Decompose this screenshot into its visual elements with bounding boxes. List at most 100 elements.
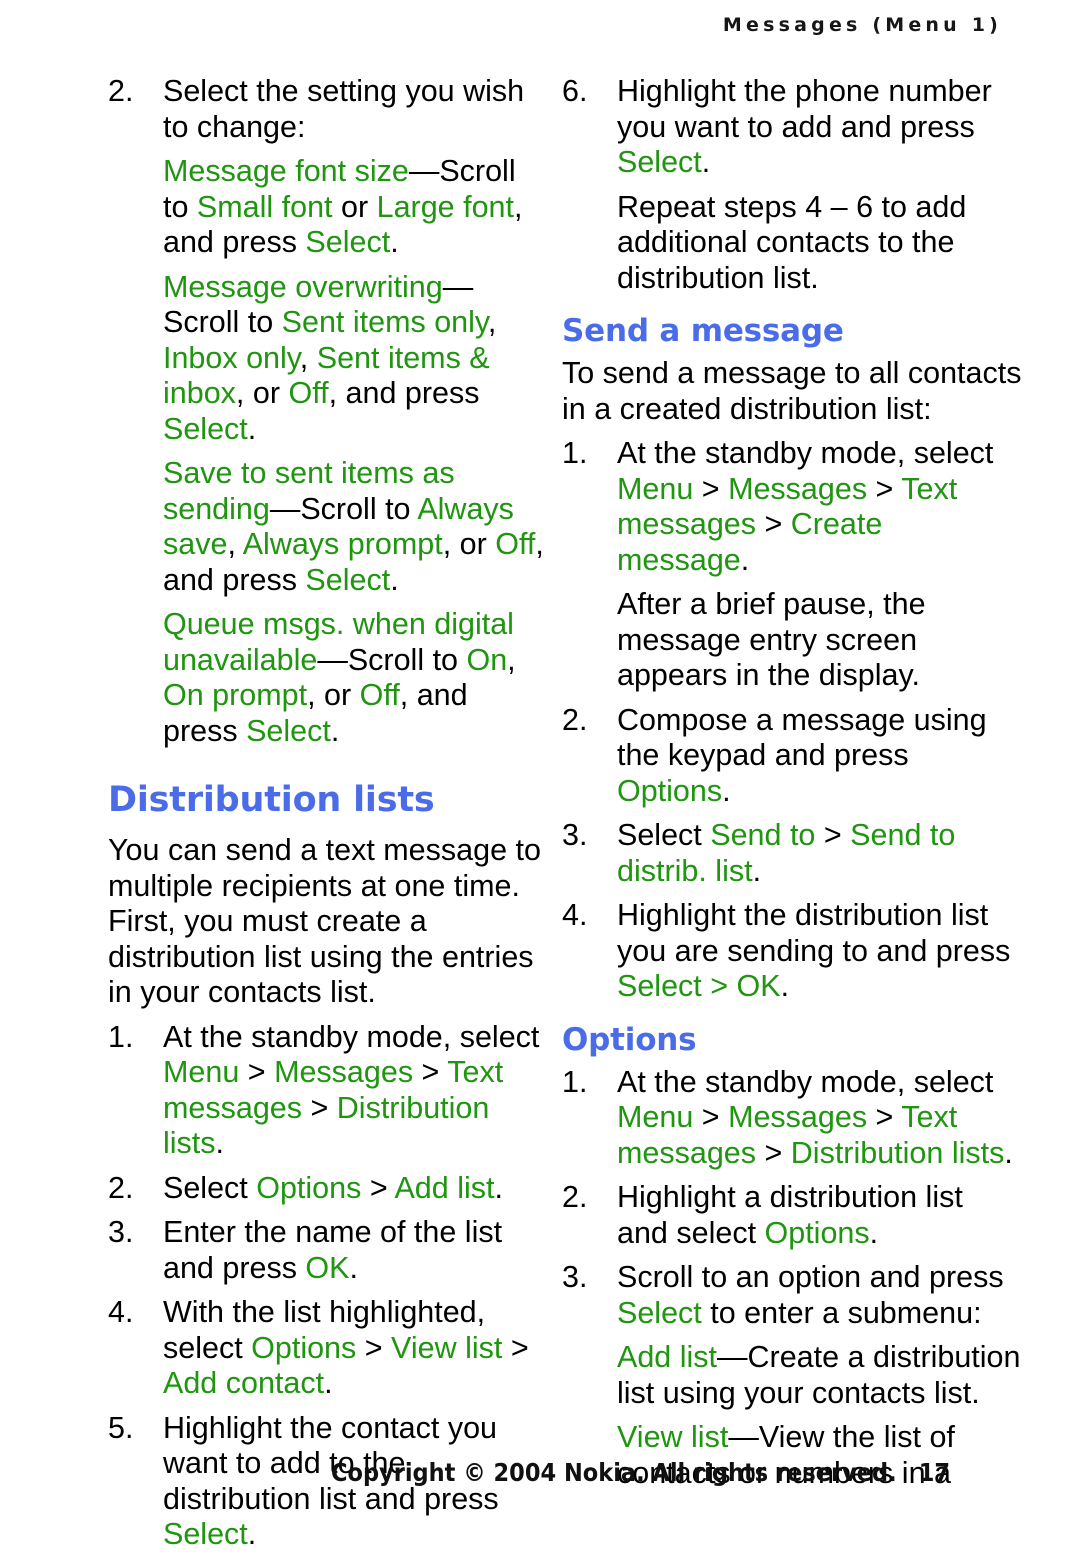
- menu-arrow: >: [302, 1090, 337, 1125]
- setting-or: , or: [307, 678, 360, 712]
- step-text: Highlight the phone number you want to a…: [617, 74, 992, 144]
- menu-path-1: Menu: [617, 1100, 694, 1134]
- copyright-notice: Copyright © 2004 Nokia. All rights reser…: [331, 1458, 897, 1487]
- menu-arrow: >: [867, 471, 902, 506]
- list-item: 4. Highlight the distribution list you a…: [562, 898, 1022, 1005]
- setting-end: .: [390, 562, 399, 597]
- step-text: Highlight the distribution list you are …: [617, 898, 1011, 968]
- menu-path-2: View list: [391, 1330, 503, 1365]
- menu-arrow: >: [756, 1135, 791, 1170]
- setting-or: or: [332, 189, 377, 224]
- distribution-lists-intro: You can send a text message to multiple …: [108, 833, 541, 1009]
- menu-path-4: Distribution lists: [790, 1135, 1005, 1170]
- setting-option-1: Small font: [196, 189, 333, 224]
- setting-option-3: Off: [359, 678, 400, 712]
- step-text: Select: [617, 818, 711, 852]
- step-end: .: [494, 1170, 503, 1205]
- setting-option-2: Large font: [376, 189, 514, 224]
- setting-option-2: Always prompt: [242, 527, 443, 561]
- step-number: 6.: [562, 74, 588, 108]
- list-item: 6. Highlight the phone number you want t…: [562, 74, 1022, 181]
- menu-path-1: Menu: [617, 471, 694, 506]
- menu-arrow: >: [693, 1100, 729, 1134]
- step-text: At the standby mode, select: [617, 1064, 994, 1099]
- setting-mid: —Scroll to: [269, 491, 418, 526]
- step-action: Select: [617, 145, 702, 179]
- setting-sep: ,: [507, 642, 516, 677]
- manual-page: Messages (Menu 1) 2. Select the setting …: [0, 0, 1080, 1551]
- step-action: OK: [305, 1250, 350, 1285]
- setting-option-1: On: [466, 642, 508, 677]
- setting-sep: ,: [227, 527, 243, 561]
- setting-end: .: [330, 713, 340, 748]
- step-end: .: [740, 542, 750, 577]
- left-column: 2. Select the setting you wish to change…: [108, 74, 548, 1562]
- step-number: 2.: [108, 1170, 134, 1205]
- page-number: 17: [918, 1458, 950, 1487]
- setting-action: Select: [305, 225, 391, 259]
- menu-path-2: Add list: [394, 1170, 495, 1205]
- step-end: .: [247, 1517, 257, 1551]
- step-number: 3.: [108, 1215, 134, 1249]
- menu-arrow: >: [693, 471, 729, 506]
- menu-arrow: >: [413, 1055, 448, 1089]
- send-message-intro: To send a message to all contacts in a c…: [562, 356, 1022, 426]
- section-heading-options: Options: [562, 1021, 697, 1058]
- setting-option-4: Off: [288, 376, 329, 410]
- step-action: Options: [764, 1215, 870, 1250]
- step-number: 4.: [108, 1295, 134, 1329]
- menu-path-1: Options: [251, 1330, 357, 1365]
- section-heading-send-a-message: Send a message: [562, 313, 844, 349]
- setting-mid: —Scroll to: [317, 642, 467, 677]
- repeat-steps-note: Repeat steps 4 – 6 to add additional con…: [617, 189, 967, 295]
- list-item: 1. At the standby mode, select Menu > Me…: [562, 1065, 1022, 1172]
- menu-path-1: Send to: [710, 818, 816, 852]
- option-term: Add list: [617, 1340, 718, 1374]
- step-text: Select: [163, 1170, 257, 1205]
- menu-path-1: Options: [256, 1170, 362, 1205]
- list-item: 2. Select the setting you wish to change…: [108, 74, 548, 145]
- step-number: 1.: [562, 1064, 588, 1099]
- menu-arrow: >: [867, 1100, 902, 1134]
- list-item: 2. Compose a message using the keypad an…: [562, 703, 1022, 810]
- step-text: Compose a message using the keypad and p…: [617, 702, 987, 773]
- setting-end: .: [247, 411, 257, 446]
- list-item: 2. Select Options > Add list.: [108, 1171, 548, 1207]
- setting-queue-msgs: Queue msgs. when digital unavailable—Scr…: [108, 607, 548, 749]
- section-heading-distribution-lists: Distribution lists: [108, 780, 435, 820]
- page-footer: Copyright © 2004 Nokia. All rights reser…: [108, 1458, 1002, 1492]
- list-item: 4. With the list highlighted, select Opt…: [108, 1295, 548, 1402]
- step-action: Select: [163, 1517, 248, 1551]
- setting-option-2: On prompt: [163, 678, 308, 712]
- right-column: 6. Highlight the phone number you want t…: [562, 74, 1022, 1500]
- setting-option-3: Off: [495, 527, 536, 561]
- list-item: 1. At the standby mode, select Menu > Me…: [108, 1020, 548, 1162]
- step-number: 2.: [562, 1180, 588, 1214]
- setting-action: Select: [163, 411, 248, 446]
- list-item: 3. Select Send to > Send to distrib. lis…: [562, 818, 1022, 889]
- step-end: .: [1004, 1135, 1013, 1170]
- step-action-2: OK: [736, 969, 781, 1003]
- setting-end: .: [390, 225, 399, 259]
- setting-term: Message font size: [163, 154, 409, 188]
- list-item: 2. Highlight a distribution list and sel…: [562, 1180, 1022, 1251]
- running-header: Messages (Menu 1): [722, 14, 1002, 36]
- setting-message-font-size: Message font size—Scroll to Small font o…: [108, 154, 548, 261]
- step-end: .: [722, 773, 731, 808]
- setting-sep: ,: [299, 340, 317, 375]
- menu-arrow: >: [239, 1055, 275, 1089]
- menu-arrow: >: [701, 969, 737, 1003]
- step-end: .: [780, 969, 790, 1003]
- setting-message-overwriting: Message overwriting—Scroll to Sent items…: [108, 270, 548, 448]
- step-end: .: [215, 1126, 225, 1160]
- step-action-1: Select: [617, 969, 702, 1003]
- setting-action: Select: [305, 562, 391, 597]
- menu-arrow: >: [756, 507, 791, 541]
- option-term: View list: [617, 1420, 729, 1454]
- menu-arrow: >: [502, 1330, 529, 1365]
- setting-or: , or: [235, 376, 289, 410]
- send-message-pause-note: After a brief pause, the message entry s…: [617, 587, 926, 692]
- step-end: .: [349, 1250, 358, 1285]
- step-text: Select the setting you wish to change:: [163, 74, 525, 144]
- step-number: 1.: [562, 436, 588, 470]
